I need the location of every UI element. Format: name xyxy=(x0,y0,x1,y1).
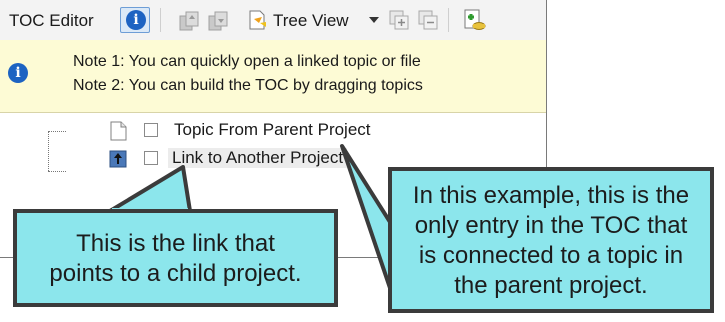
callout-parent-topic: In this example, this is the only entry … xyxy=(388,167,714,313)
callout-child-link: This is the link that points to a child … xyxy=(13,209,338,307)
callout-text: the parent project. xyxy=(454,272,648,299)
callout-text: points to a child project. xyxy=(49,260,302,287)
callout-text: In this example, this is the xyxy=(412,182,690,209)
callout-text: only entry in the TOC that xyxy=(414,212,688,239)
callout-text: This is the link that xyxy=(76,230,275,257)
callout-text: is connected to a topic in xyxy=(418,242,684,269)
